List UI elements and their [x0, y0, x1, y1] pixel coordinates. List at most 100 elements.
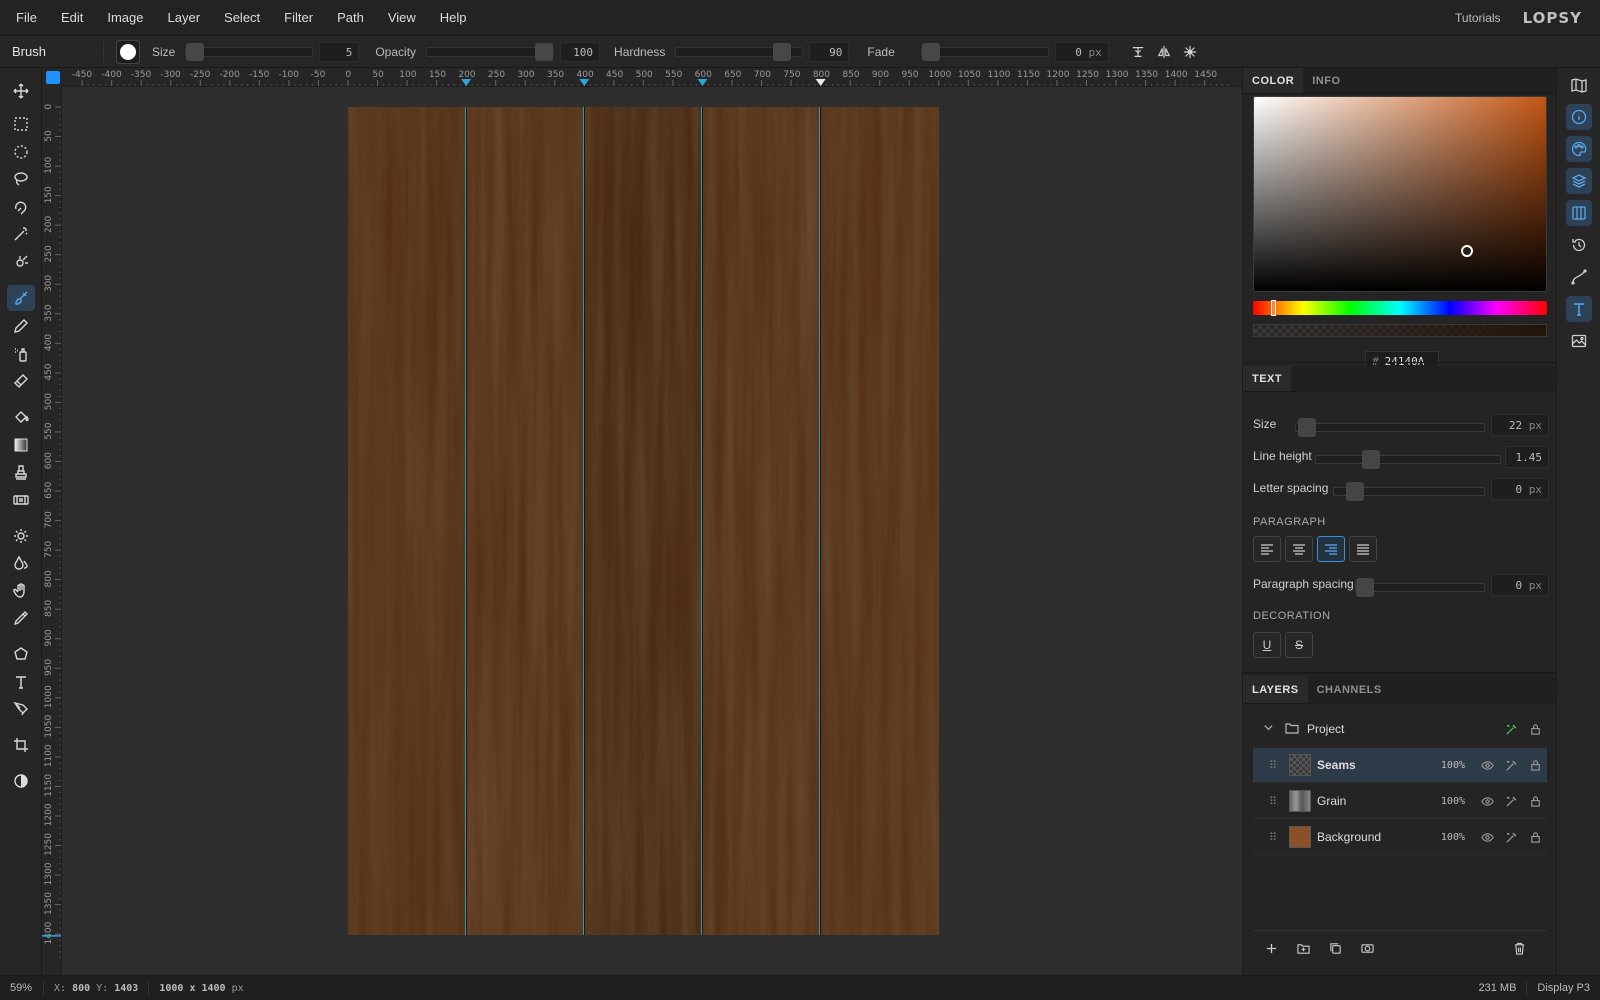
eraser-icon[interactable] [7, 368, 35, 394]
letter-spacing-input[interactable]: 0 px [1491, 478, 1549, 500]
palette-icon[interactable] [1566, 136, 1592, 162]
zoom-level[interactable]: 59% [0, 980, 44, 996]
size-slider[interactable] [185, 42, 314, 61]
align-center-button[interactable] [1285, 536, 1313, 562]
rect-select-icon[interactable] [7, 111, 35, 137]
color-profile[interactable]: Display P3 [1527, 981, 1600, 996]
horizontal-ruler[interactable]: -450 -400 -350 -300 -250 -200 -150 -100 -50 0 50 10… [62, 68, 1242, 87]
size-slider-thumb[interactable] [186, 42, 205, 61]
eyedropper-icon[interactable] [7, 605, 35, 631]
text-tool-icon[interactable] [7, 669, 35, 695]
ruler-origin-marker[interactable] [46, 71, 60, 84]
magic-wand-icon[interactable] [7, 221, 35, 247]
layer-row-seams[interactable]: ⠿ Seams 100% [1253, 748, 1547, 783]
lock-icon[interactable] [1523, 795, 1547, 808]
ruler-corner[interactable] [42, 68, 62, 87]
layer-mask-icon[interactable] [1355, 942, 1379, 955]
spray-icon[interactable] [7, 341, 35, 367]
dodge-icon[interactable] [7, 523, 35, 549]
guide-line[interactable] [465, 107, 466, 935]
menu-view[interactable]: View [376, 10, 428, 25]
add-layer-icon[interactable] [1259, 942, 1283, 955]
text-size-slider[interactable] [1295, 418, 1485, 437]
lock-icon[interactable] [1523, 723, 1547, 736]
drag-handle-icon[interactable]: ⠿ [1269, 795, 1283, 808]
ellipse-select-icon[interactable] [7, 139, 35, 165]
fade-input[interactable]: 0 px [1054, 41, 1109, 62]
tab-channels[interactable]: CHANNELS [1308, 676, 1391, 703]
paths-icon[interactable] [1566, 264, 1592, 290]
symmetry-radial-icon[interactable] [1177, 41, 1203, 63]
chevron-down-icon[interactable] [1263, 722, 1277, 736]
text-panel-icon[interactable] [1566, 296, 1592, 322]
gradient-icon[interactable] [7, 432, 35, 458]
drag-handle-icon[interactable]: ⠿ [1269, 831, 1283, 844]
eye-icon[interactable] [1475, 831, 1499, 844]
tutorials-link[interactable]: Tutorials [1455, 11, 1501, 25]
drag-handle-icon[interactable]: ⠿ [1269, 759, 1283, 772]
menu-image[interactable]: Image [95, 10, 155, 25]
menu-file[interactable]: File [0, 10, 49, 25]
effects-icon[interactable] [1499, 831, 1523, 844]
guide-line[interactable] [819, 107, 820, 935]
layer-row-background[interactable]: ⠿ Background 100% [1253, 820, 1547, 855]
tab-color[interactable]: COLOR [1243, 68, 1304, 93]
hardness-slider-thumb[interactable] [773, 42, 792, 61]
hardness-input[interactable]: 90 [809, 41, 850, 62]
underline-button[interactable]: U [1253, 632, 1281, 658]
opacity-input[interactable]: 100 [560, 41, 601, 62]
stamp-icon[interactable] [7, 459, 35, 485]
layer-opacity[interactable]: 100% [1441, 796, 1465, 807]
paragraph-spacing-slider[interactable] [1355, 578, 1485, 597]
lasso-icon[interactable] [7, 166, 35, 192]
paragraph-spacing-slider-thumb[interactable] [1356, 578, 1374, 597]
magnetic-lasso-icon[interactable] [7, 194, 35, 220]
paragraph-spacing-input[interactable]: 0 px [1491, 574, 1549, 596]
line-height-slider-thumb[interactable] [1362, 450, 1380, 469]
eye-icon[interactable] [1475, 759, 1499, 772]
hue-slider[interactable] [1253, 300, 1547, 316]
size-input[interactable]: 5 [319, 41, 360, 62]
effects-icon[interactable] [1499, 759, 1523, 772]
crop-icon[interactable] [7, 732, 35, 758]
smudge-icon[interactable] [7, 578, 35, 604]
symmetry-horizontal-icon[interactable] [1125, 41, 1151, 63]
duplicate-layer-icon[interactable] [1323, 942, 1347, 955]
image-adjust-icon[interactable] [1566, 328, 1592, 354]
document-canvas[interactable] [348, 107, 939, 935]
align-right-button[interactable] [1317, 536, 1345, 562]
hardness-slider[interactable] [675, 42, 804, 61]
color-picker-cursor[interactable] [1461, 245, 1473, 257]
add-group-icon[interactable] [1291, 942, 1315, 955]
line-height-input[interactable]: 1.45 [1505, 446, 1549, 468]
align-justify-button[interactable] [1349, 536, 1377, 562]
guide-line[interactable] [583, 107, 584, 935]
fade-slider[interactable] [920, 42, 1049, 61]
shape-icon[interactable] [7, 641, 35, 667]
line-height-slider[interactable] [1315, 450, 1501, 469]
layer-opacity[interactable]: 100% [1441, 832, 1465, 843]
menu-select[interactable]: Select [212, 10, 272, 25]
pen-tool-icon[interactable] [7, 696, 35, 722]
brush-preview[interactable] [116, 39, 140, 64]
menu-filter[interactable]: Filter [272, 10, 325, 25]
contrast-icon[interactable] [7, 768, 35, 794]
pencil-icon[interactable] [7, 313, 35, 339]
fade-slider-thumb[interactable] [921, 42, 940, 61]
menu-edit[interactable]: Edit [49, 10, 95, 25]
patch-icon[interactable] [7, 487, 35, 513]
quick-select-icon[interactable] [7, 249, 35, 275]
alpha-slider[interactable] [1253, 324, 1547, 337]
guide-marker[interactable] [461, 79, 472, 86]
opacity-slider-thumb[interactable] [535, 42, 554, 61]
guide-marker[interactable] [815, 79, 826, 86]
guide-line[interactable] [701, 107, 702, 935]
channels-icon[interactable] [1566, 200, 1592, 226]
effects-icon[interactable] [1499, 795, 1523, 808]
history-icon[interactable] [1566, 232, 1592, 258]
move-tool-icon[interactable] [7, 78, 35, 104]
canvas-area[interactable] [62, 87, 1242, 975]
letter-spacing-slider-thumb[interactable] [1346, 482, 1364, 501]
layer-row-grain[interactable]: ⠿ Grain 100% [1253, 784, 1547, 819]
strikethrough-button[interactable]: S [1285, 632, 1313, 658]
